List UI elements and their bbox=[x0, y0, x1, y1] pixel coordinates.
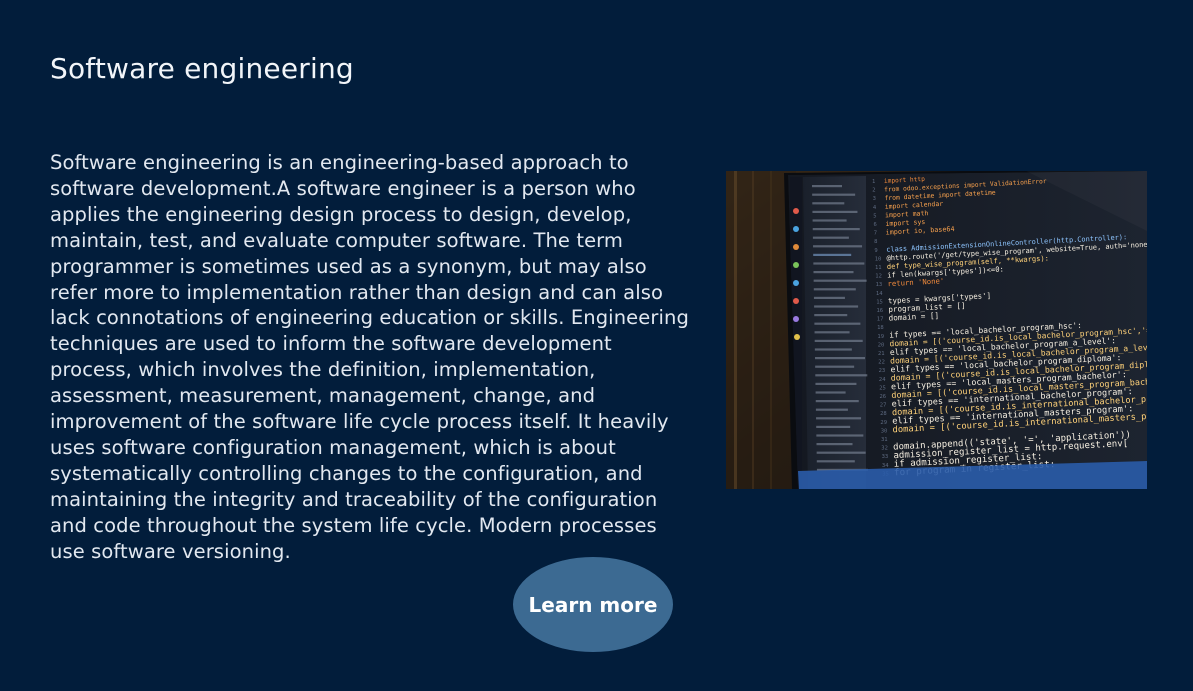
explorer-file-entry bbox=[816, 417, 862, 420]
line-number: 10 bbox=[875, 256, 882, 262]
explorer-file-entry bbox=[812, 193, 856, 196]
explorer-file-entry bbox=[812, 210, 858, 213]
line-number: 1 bbox=[872, 179, 875, 185]
explorer-file-entry bbox=[813, 279, 867, 282]
explorer-file-entry bbox=[812, 202, 845, 205]
section-title: Software engineering bbox=[50, 52, 354, 85]
line-number: 29 bbox=[880, 420, 887, 426]
explorer-file-entry bbox=[813, 253, 852, 256]
explorer-file-entry bbox=[815, 391, 846, 394]
explorer-file-entry bbox=[813, 262, 865, 265]
line-number: 21 bbox=[878, 351, 885, 357]
explorer-file-entry bbox=[815, 365, 855, 368]
line-number: 6 bbox=[874, 222, 877, 228]
line-number: 5 bbox=[873, 213, 876, 219]
line-number: 12 bbox=[875, 274, 882, 280]
line-number: 24 bbox=[879, 377, 886, 383]
explorer-file-entry bbox=[813, 271, 854, 274]
line-number: 3 bbox=[873, 196, 876, 202]
line-number: 19 bbox=[877, 334, 884, 340]
explorer-file-entry bbox=[816, 443, 853, 446]
explorer-file-entry bbox=[814, 339, 863, 342]
explorer-file-entry bbox=[814, 331, 850, 334]
explorer-file-entry bbox=[813, 296, 845, 299]
line-number: 22 bbox=[878, 360, 885, 366]
explorer-file-entry bbox=[812, 228, 860, 231]
file-explorer-panel bbox=[803, 176, 868, 489]
explorer-file-entry bbox=[813, 288, 856, 291]
explorer-file-entry bbox=[814, 348, 852, 351]
explorer-file-entry bbox=[812, 185, 842, 188]
line-number: 16 bbox=[877, 308, 884, 314]
line-number: 26 bbox=[880, 394, 887, 400]
explorer-file-entry bbox=[814, 322, 861, 325]
line-number: 33 bbox=[882, 454, 889, 460]
line-number: 8 bbox=[874, 239, 877, 245]
line-number: 14 bbox=[876, 291, 883, 297]
explorer-file-entry bbox=[815, 374, 868, 377]
line-number: 27 bbox=[880, 403, 887, 409]
explorer-file-entry bbox=[815, 408, 848, 411]
line-number: 17 bbox=[877, 317, 884, 323]
line-number: 9 bbox=[874, 248, 877, 254]
line-number: 31 bbox=[881, 437, 888, 443]
explorer-file-entry bbox=[815, 382, 857, 385]
line-number: 28 bbox=[880, 411, 887, 417]
explorer-file-entry bbox=[812, 236, 849, 239]
explorer-file-entry bbox=[816, 425, 851, 428]
explorer-file-entry bbox=[813, 245, 863, 248]
explorer-file-entry bbox=[812, 219, 847, 222]
line-number: 2 bbox=[872, 188, 875, 194]
line-number: 11 bbox=[875, 265, 882, 271]
line-number: 30 bbox=[881, 428, 888, 434]
explorer-file-entry bbox=[816, 434, 864, 437]
line-number: 23 bbox=[879, 368, 886, 374]
line-number: 34 bbox=[882, 463, 889, 469]
section-paragraph: Software engineering is an engineering-b… bbox=[50, 151, 689, 563]
line-number: 15 bbox=[876, 299, 883, 305]
code-screen-photo: 1 2 3 4 5 6 7 8 9 10 11 12 13 14 15 16 17 18 19 20 21 22 23 24 2… bbox=[726, 171, 1147, 489]
explorer-file-entry bbox=[816, 460, 855, 463]
explorer-file-entry bbox=[815, 400, 859, 403]
line-number: 18 bbox=[877, 325, 884, 331]
learn-more-button[interactable]: Learn more bbox=[513, 557, 673, 652]
explorer-file-entry bbox=[814, 305, 859, 308]
explorer-file-entry bbox=[814, 314, 848, 317]
line-number: 32 bbox=[881, 446, 888, 452]
line-number: 25 bbox=[879, 385, 886, 391]
line-number: 7 bbox=[874, 231, 877, 237]
explorer-file-entry bbox=[815, 357, 865, 360]
line-number: 20 bbox=[878, 342, 885, 348]
line-number: 13 bbox=[876, 282, 883, 288]
explorer-file-entry bbox=[816, 451, 866, 454]
